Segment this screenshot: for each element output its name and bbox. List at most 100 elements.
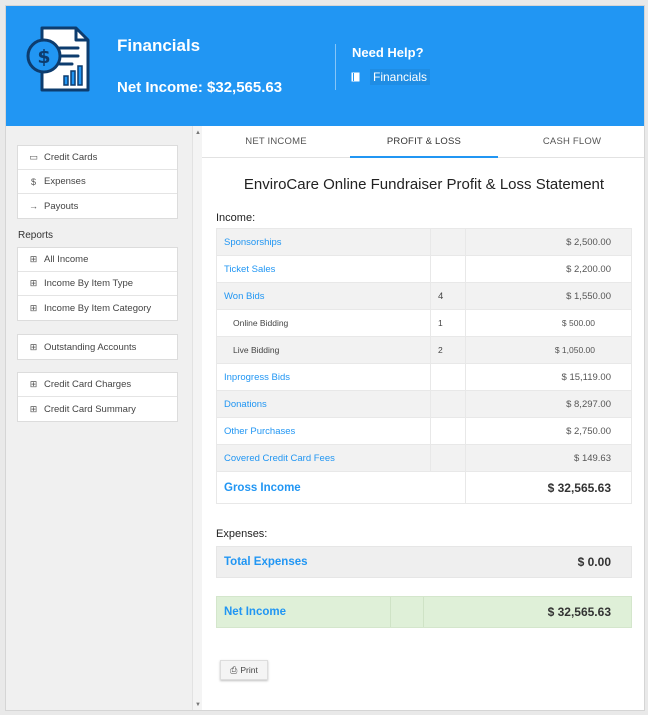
grid-icon: ⊞ — [29, 403, 38, 414]
arrow-right-icon: → — [29, 201, 38, 211]
sidebar-item-outstanding-accounts[interactable]: ⊞ Outstanding Accounts — [18, 335, 177, 359]
statement-title: EnviroCare Online Fundraiser Profit & Lo… — [243, 176, 605, 193]
money-icon: $ — [30, 176, 36, 187]
row-qty — [430, 417, 466, 445]
row-qty: 1 — [430, 309, 466, 337]
help-link-financials[interactable]: Financials — [351, 69, 431, 85]
sidebar-item-label: All Income — [44, 254, 89, 265]
book-icon — [351, 72, 360, 82]
income-heading: Income: — [216, 212, 256, 224]
income-link-sponsorships[interactable]: Sponsorships — [216, 228, 431, 256]
sidebar-item-credit-cards[interactable]: ▭ Credit Cards — [18, 146, 177, 170]
table-row: Sponsorships $ 2,500.00 — [216, 228, 632, 256]
sidebar: ▭ Credit Cards $ Expenses → Payouts Repo… — [6, 126, 202, 710]
sidebar-item-label: Payouts — [44, 200, 79, 212]
income-link-inprogress-bids[interactable]: Inprogress Bids — [216, 363, 431, 391]
table-row: Donations $ 8,297.00 — [216, 390, 632, 418]
table-row: Won Bids 4 $ 1,550.00 — [216, 282, 632, 310]
printer-icon: ⎙ — [230, 664, 238, 675]
sidebar-item-payouts[interactable]: → Payouts — [18, 194, 177, 218]
gross-income-amount: $ 32,565.63 — [465, 471, 632, 504]
sidebar-item-credit-card-summary[interactable]: ⊞ Credit Card Summary — [18, 397, 177, 421]
income-link-covered-credit-card-fees[interactable]: Covered Credit Card Fees — [216, 444, 431, 472]
table-row: Covered Credit Card Fees $ 149.63 — [216, 444, 632, 472]
scroll-up-arrow-icon[interactable]: ▲ — [195, 130, 201, 136]
grid-icon: ⊞ — [29, 278, 38, 288]
sidebar-item-label: Outstanding Accounts — [44, 341, 137, 353]
grid-icon: ⊞ — [29, 379, 38, 389]
sidebar-item-label: Income By Item Category — [44, 302, 152, 314]
help-link-label: Financials — [370, 69, 431, 85]
sidebar-item-label: Expenses — [44, 176, 86, 187]
page-header: $ Financials Net Income: $32,565.63 Need… — [6, 6, 644, 126]
sidebar-item-income-by-item-type[interactable]: ⊞ Income By Item Type — [18, 272, 177, 296]
grid-icon: ⊞ — [29, 254, 38, 264]
report-tabs: NET INCOME PROFIT & LOSS CASH FLOW — [202, 126, 644, 158]
grid-icon: ⊞ — [29, 302, 38, 313]
row-amount: $ 1,550.00 — [465, 282, 632, 310]
row-qty: 2 — [430, 336, 466, 364]
sidebar-item-expenses[interactable]: $ Expenses — [18, 170, 177, 194]
total-expenses-row: Total Expenses $ 0.00 — [216, 546, 632, 578]
income-sub-live-bidding: Live Bidding — [216, 336, 431, 364]
main-content: NET INCOME PROFIT & LOSS CASH FLOW Envir… — [202, 126, 644, 710]
tab-profit-loss[interactable]: PROFIT & LOSS — [350, 126, 498, 158]
row-qty — [430, 444, 466, 472]
header-divider — [335, 44, 336, 90]
grid-icon: ⊞ — [29, 341, 38, 352]
income-sub-online-bidding: Online Bidding — [216, 309, 431, 337]
print-button[interactable]: ⎙ Print — [220, 660, 268, 680]
sidebar-group-credit-card-reports: ⊞ Credit Card Charges ⊞ Credit Card Summ… — [17, 372, 178, 422]
row-qty — [430, 363, 466, 391]
sidebar-item-income-by-item-category[interactable]: ⊞ Income By Item Category — [18, 296, 177, 320]
income-link-donations[interactable]: Donations — [216, 390, 431, 418]
income-link-won-bids[interactable]: Won Bids — [216, 282, 431, 310]
table-row: Other Purchases $ 2,750.00 — [216, 417, 632, 445]
row-amount: $ 500.00 — [465, 309, 632, 337]
sidebar-item-label: Credit Cards — [44, 152, 98, 163]
row-amount: $ 8,297.00 — [465, 390, 632, 418]
page-title: Financials — [117, 36, 201, 55]
total-expenses-label: Total Expenses — [224, 556, 308, 568]
net-income-row: Net Income $ 32,565.63 — [216, 596, 632, 628]
net-income-amount: $ 32,565.63 — [547, 605, 611, 619]
sidebar-item-label: Credit Card Charges — [44, 379, 132, 390]
sidebar-scrollbar[interactable] — [192, 126, 202, 710]
row-qty — [430, 255, 466, 283]
gross-income-label: Gross Income — [216, 471, 466, 504]
income-link-ticket-sales[interactable]: Ticket Sales — [216, 255, 431, 283]
financial-report-icon: $ — [26, 26, 90, 92]
expenses-heading: Expenses: — [216, 528, 268, 540]
sidebar-item-label: Credit Card Summary — [44, 403, 136, 415]
income-table: Sponsorships $ 2,500.00 Ticket Sales $ 2… — [216, 228, 632, 504]
sidebar-group-finance: ▭ Credit Cards $ Expenses → Payouts — [17, 145, 178, 219]
svg-text:$: $ — [37, 46, 50, 68]
row-qty — [430, 228, 466, 256]
net-income-label: Net Income — [224, 606, 286, 618]
row-amount: $ 2,500.00 — [465, 228, 632, 256]
reports-heading: Reports — [18, 230, 54, 241]
gross-income-row: Gross Income $ 32,565.63 — [216, 471, 632, 504]
row-divider — [423, 597, 424, 627]
app-frame: $ Financials Net Income: $32,565.63 Need… — [5, 5, 645, 711]
row-divider — [390, 597, 391, 627]
help-title: Need Help? — [352, 45, 424, 60]
print-button-label: Print — [240, 665, 258, 675]
sidebar-item-label: Income By Item Type — [44, 278, 134, 289]
sidebar-group-reports: ⊞ All Income ⊞ Income By Item Type ⊞ Inc… — [17, 247, 178, 321]
tab-net-income[interactable]: NET INCOME — [202, 126, 350, 157]
row-amount: $ 2,200.00 — [465, 255, 632, 283]
scroll-down-arrow-icon[interactable]: ▼ — [195, 702, 201, 708]
tab-cash-flow[interactable]: CASH FLOW — [498, 126, 644, 157]
income-link-other-purchases[interactable]: Other Purchases — [216, 417, 431, 445]
row-qty — [430, 390, 466, 418]
sidebar-item-credit-card-charges[interactable]: ⊞ Credit Card Charges — [18, 373, 177, 397]
sidebar-item-all-income[interactable]: ⊞ All Income — [18, 248, 177, 272]
credit-card-icon: ▭ — [29, 152, 38, 162]
row-amount: $ 15,119.00 — [465, 363, 632, 391]
row-amount: $ 2,750.00 — [465, 417, 632, 445]
row-amount: $ 149.63 — [465, 444, 632, 472]
sidebar-group-accounts: ⊞ Outstanding Accounts — [17, 334, 178, 360]
row-qty: 4 — [430, 282, 466, 310]
table-row: Inprogress Bids $ 15,119.00 — [216, 363, 632, 391]
